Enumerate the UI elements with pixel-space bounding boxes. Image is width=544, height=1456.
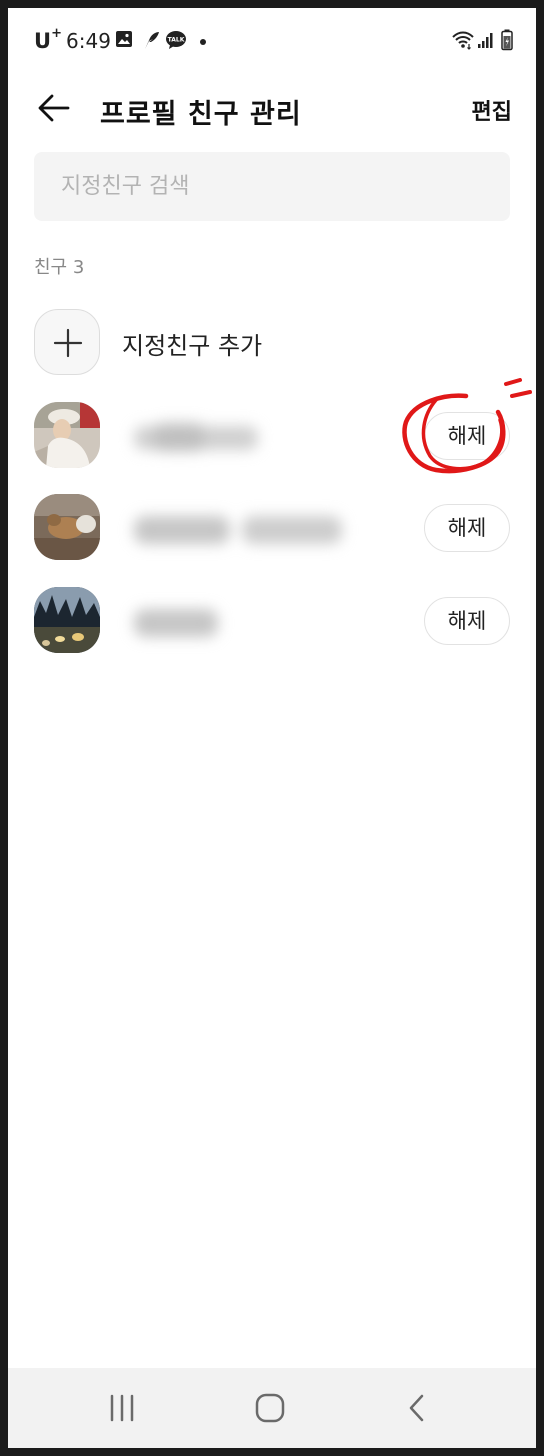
avatar[interactable] [34,494,100,560]
search-input[interactable] [34,152,510,221]
app-header: 프로필 친구 관리 편집 [8,72,536,144]
signal-icon [478,33,493,48]
avatar[interactable] [34,402,100,468]
wifi-icon [452,31,474,50]
status-bar: U+ 6:49 TALK [8,8,536,72]
back-nav-icon[interactable] [405,1392,429,1424]
carrier-label: U+ [34,26,62,53]
blurred-friend-name [134,609,218,637]
unlink-button[interactable]: 해제 [424,504,510,552]
page-title: 프로필 친구 관리 [100,99,302,130]
friend-count-label: 친구 3 [34,257,85,278]
add-friend-row[interactable]: 지정친구 추가 [8,301,536,381]
system-nav-bar [8,1368,536,1448]
screen: U+ 6:49 TALK 프로필 친구 관리 편집 지정친구 검색 친구 3 지… [8,8,536,1448]
status-time: 6:49 [66,29,111,53]
plus-icon [53,328,83,358]
blurred-friend-name [134,516,342,544]
unlink-button[interactable]: 해제 [424,597,510,645]
friend-row: 해제 [8,394,536,474]
dot-icon [200,39,206,45]
add-friend-avatar [34,309,100,375]
battery-icon [501,29,513,51]
friend-row: 해제 [8,486,536,566]
gallery-icon [116,31,132,47]
friend-row: 해제 [8,579,536,659]
avatar[interactable] [34,587,100,653]
add-friend-label: 지정친구 추가 [122,332,263,360]
svg-text:TALK: TALK [168,37,185,44]
edit-button[interactable]: 편집 [472,94,512,126]
home-icon[interactable] [254,1392,286,1424]
back-arrow-icon[interactable] [36,90,72,126]
feather-app-icon [145,32,159,49]
recent-apps-icon[interactable] [108,1392,136,1424]
kakaotalk-talk-icon: TALK [166,31,186,49]
blurred-friend-name [134,422,258,452]
unlink-button[interactable]: 해제 [424,412,510,460]
